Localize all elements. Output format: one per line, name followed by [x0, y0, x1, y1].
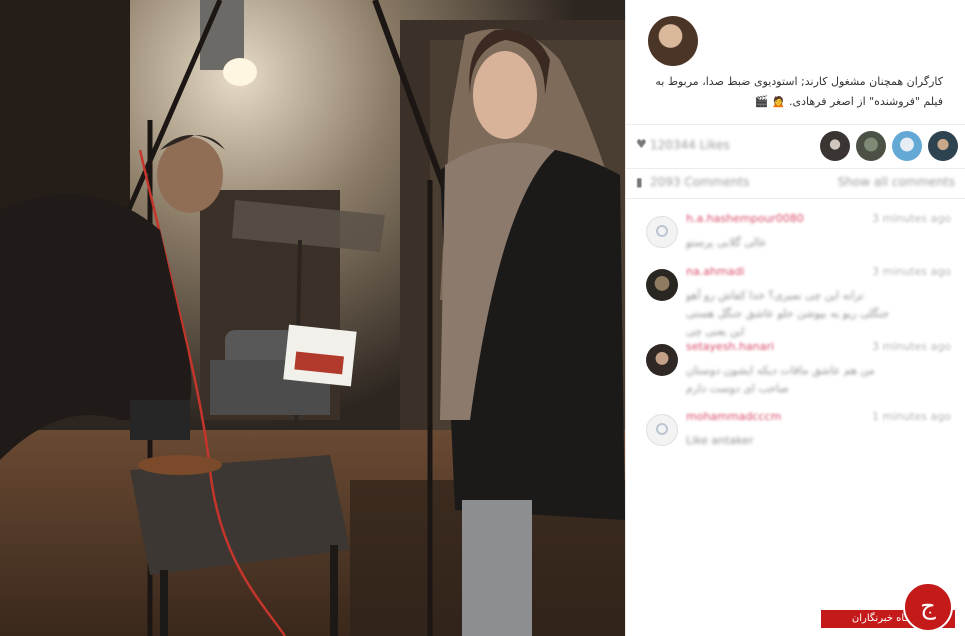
show-all-comments-link[interactable]: Show all comments: [838, 175, 955, 189]
profile-avatar[interactable]: [648, 16, 698, 66]
divider: [626, 198, 965, 199]
watermark-logo: باشگاه خبرنگاران ج: [815, 580, 965, 636]
likes-row: ♥ 120344 Likes: [636, 128, 958, 164]
comment-text: Like antaker: [686, 434, 754, 447]
likes-count[interactable]: 120344 Likes: [650, 138, 730, 152]
watermark-mark: ج: [903, 582, 953, 632]
default-avatar-icon[interactable]: [646, 414, 678, 446]
comment-username[interactable]: mohammadcccm: [686, 410, 781, 423]
comment-text: عالی گلابی پرستو: [686, 236, 767, 249]
comments-count: 2093 Comments: [650, 175, 750, 189]
comment-time: 3 minutes ago: [872, 212, 951, 225]
liker-avatar[interactable]: [820, 131, 850, 161]
comment-username[interactable]: h.a.hashempour0080: [686, 212, 804, 225]
comment-username[interactable]: setayesh.hanari: [686, 340, 774, 353]
comment-item: h.a.hashempour0080 3 minutes ago عالی گل…: [636, 212, 951, 262]
post-photo[interactable]: [0, 0, 625, 636]
caption-line-2: فیلم "فروشنده" از اصغر فرهادی. 🙍 🎬: [754, 95, 943, 108]
comment-item: na.ahmadi 3 minutes ago ترانه این چی نمی…: [636, 265, 951, 338]
comment-icon: ▮: [636, 175, 643, 189]
liker-avatar[interactable]: [928, 131, 958, 161]
heart-icon[interactable]: ♥: [636, 137, 647, 151]
comment-text: من هم عاشق ماقات دیکه ایشون دوستان صاحب …: [686, 364, 875, 395]
default-avatar-icon[interactable]: [646, 216, 678, 248]
commenter-avatar[interactable]: [646, 269, 678, 301]
caption-line-1: کارگران همچنان مشغول کارند; استودیوی ضبط…: [655, 75, 943, 88]
liker-avatar[interactable]: [892, 131, 922, 161]
comment-item: setayesh.hanari 3 minutes ago من هم عاشق…: [636, 340, 951, 404]
comment-time: 1 minutes ago: [872, 410, 951, 423]
divider: [626, 168, 965, 169]
post-side-panel: کارگران همچنان مشغول کارند; استودیوی ضبط…: [625, 0, 965, 636]
comment-time: 3 minutes ago: [872, 265, 951, 278]
comment-item: mohammadcccm 1 minutes ago Like antaker: [636, 410, 951, 458]
divider: [626, 124, 965, 125]
commenter-avatar[interactable]: [646, 344, 678, 376]
comments-row: ▮ 2093 Comments Show all comments: [636, 172, 955, 194]
comment-username[interactable]: na.ahmadi: [686, 265, 744, 278]
comment-time: 3 minutes ago: [872, 340, 951, 353]
comment-text: ترانه این چی نمیری؟ خدا کفاش رو آهو جنگل…: [686, 289, 890, 338]
post-caption: کارگران همچنان مشغول کارند; استودیوی ضبط…: [640, 72, 943, 112]
liker-avatar[interactable]: [856, 131, 886, 161]
